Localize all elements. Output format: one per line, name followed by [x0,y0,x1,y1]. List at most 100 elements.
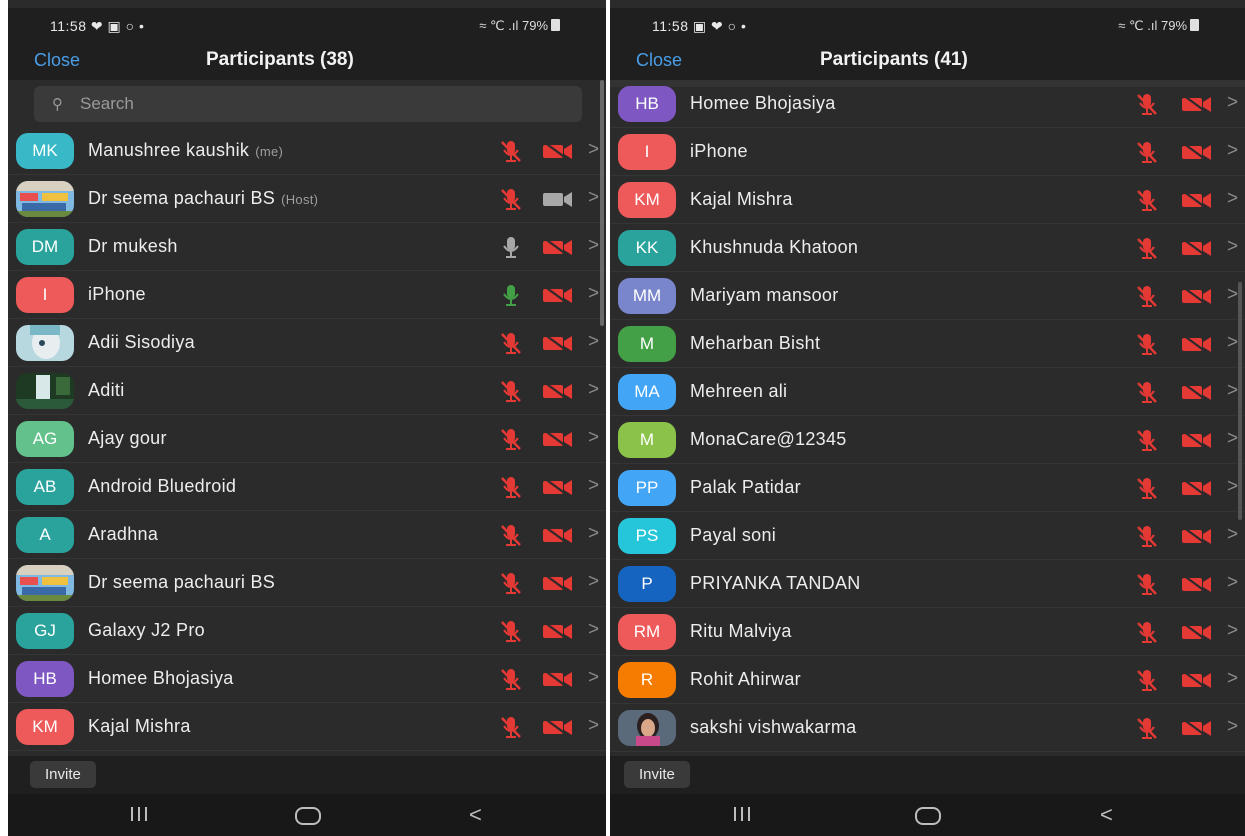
video-off-icon[interactable] [1180,621,1214,643]
mic-muted-icon[interactable] [1134,331,1160,357]
mic-muted-icon[interactable] [1134,475,1160,501]
mic-muted-icon[interactable] [498,666,524,692]
participant-row[interactable]: HB Homee Bhojasiya > [8,655,606,703]
participant-row[interactable]: KM Kajal Mishra > [8,703,606,751]
video-off-icon[interactable] [541,332,575,354]
mic-muted-icon[interactable] [1134,379,1160,405]
chevron-right-icon[interactable]: > [588,331,599,353]
back-icon[interactable]: < [1100,802,1113,828]
video-off-icon[interactable] [1180,573,1214,595]
mic-muted-icon[interactable] [1134,427,1160,453]
video-off-icon[interactable] [1180,285,1214,307]
search-bar[interactable]: ⚲ [34,86,582,122]
chevron-right-icon[interactable]: > [588,619,599,641]
chevron-right-icon[interactable]: > [588,235,599,257]
chevron-right-icon[interactable]: > [1227,236,1238,258]
chevron-right-icon[interactable]: > [1227,716,1238,738]
participant-row[interactable]: sakshi vishwakarma > [610,704,1245,752]
home-icon[interactable] [295,807,321,825]
participant-row[interactable]: Dr seema pachauri BS > [8,559,606,607]
participant-row[interactable]: MK Manushree kaushik (me) > [8,127,606,175]
participant-row[interactable]: KK Khushnuda Khatoon > [610,224,1245,272]
close-button[interactable]: Close [34,50,80,71]
video-off-icon[interactable] [1180,93,1214,115]
video-off-icon[interactable] [541,668,575,690]
recents-icon[interactable] [734,806,750,822]
participant-row[interactable]: KM Kajal Mishra > [610,176,1245,224]
mic-icon[interactable] [498,282,524,308]
mic-muted-icon[interactable] [1134,523,1160,549]
video-camera-icon[interactable] [541,188,575,210]
home-icon[interactable] [915,807,941,825]
chevron-right-icon[interactable]: > [588,427,599,449]
mic-muted-icon[interactable] [1134,667,1160,693]
participant-row[interactable]: IiPhone > [610,128,1245,176]
mic-muted-icon[interactable] [1134,571,1160,597]
video-off-icon[interactable] [541,524,575,546]
back-icon[interactable]: < [469,802,482,828]
mic-muted-icon[interactable] [1134,187,1160,213]
mic-muted-icon[interactable] [1134,91,1160,117]
chevron-right-icon[interactable]: > [588,379,599,401]
participant-row[interactable]: RM Ritu Malviya > [610,608,1245,656]
mic-muted-icon[interactable] [1134,715,1160,741]
chevron-right-icon[interactable]: > [588,667,599,689]
video-off-icon[interactable] [1180,333,1214,355]
mic-muted-icon[interactable] [498,138,524,164]
chevron-right-icon[interactable]: > [1227,572,1238,594]
chevron-right-icon[interactable]: > [588,475,599,497]
video-off-icon[interactable] [541,284,575,306]
chevron-right-icon[interactable]: > [1227,284,1238,306]
chevron-right-icon[interactable]: > [1227,668,1238,690]
chevron-right-icon[interactable]: > [1227,476,1238,498]
video-off-icon[interactable] [1180,237,1214,259]
mic-muted-icon[interactable] [498,330,524,356]
video-off-icon[interactable] [541,380,575,402]
chevron-right-icon[interactable]: > [588,571,599,593]
video-off-icon[interactable] [1180,429,1214,451]
mic-muted-icon[interactable] [498,426,524,452]
chevron-right-icon[interactable]: > [588,139,599,161]
participant-row[interactable]: R Rohit Ahirwar > [610,656,1245,704]
chevron-right-icon[interactable]: > [1227,524,1238,546]
video-off-icon[interactable] [541,476,575,498]
video-off-icon[interactable] [1180,381,1214,403]
close-button[interactable]: Close [636,50,682,71]
invite-button[interactable]: Invite [624,761,690,788]
participant-row[interactable]: IiPhone > [8,271,606,319]
chevron-right-icon[interactable]: > [1227,140,1238,162]
video-off-icon[interactable] [541,572,575,594]
participant-row[interactable]: Adii Sisodiya > [8,319,606,367]
chevron-right-icon[interactable]: > [1227,380,1238,402]
participant-row[interactable]: HB Homee Bhojasiya > [610,80,1245,128]
participant-row[interactable]: AB Android Bluedroid > [8,463,606,511]
mic-muted-icon[interactable] [1134,235,1160,261]
chevron-right-icon[interactable]: > [1227,188,1238,210]
chevron-right-icon[interactable]: > [1227,92,1238,114]
video-off-icon[interactable] [541,140,575,162]
participant-list[interactable]: MK Manushree kaushik (me) > Dr seema pachaur… [8,127,606,755]
invite-button[interactable]: Invite [30,761,96,788]
participant-row[interactable]: PP Palak Patidar > [610,464,1245,512]
participant-row[interactable]: MM Mariyam mansoor > [610,272,1245,320]
scrollbar[interactable] [1238,282,1242,520]
participant-row[interactable]: PS Payal soni > [610,512,1245,560]
chevron-right-icon[interactable]: > [588,715,599,737]
video-off-icon[interactable] [1180,669,1214,691]
participant-row[interactable]: AG Ajay gour > [8,415,606,463]
mic-muted-icon[interactable] [498,378,524,404]
participant-row[interactable]: A Aradhna > [8,511,606,559]
video-off-icon[interactable] [541,620,575,642]
mic-muted-icon[interactable] [498,714,524,740]
mic-icon[interactable] [498,234,524,260]
mic-muted-icon[interactable] [1134,619,1160,645]
participant-row[interactable]: Aditi > [8,367,606,415]
chevron-right-icon[interactable]: > [588,283,599,305]
video-off-icon[interactable] [541,236,575,258]
recents-icon[interactable] [131,806,147,822]
mic-muted-icon[interactable] [1134,283,1160,309]
search-input[interactable] [80,90,560,118]
video-off-icon[interactable] [541,428,575,450]
participant-row[interactable]: P PRIYANKA TANDAN > [610,560,1245,608]
chevron-right-icon[interactable]: > [588,523,599,545]
